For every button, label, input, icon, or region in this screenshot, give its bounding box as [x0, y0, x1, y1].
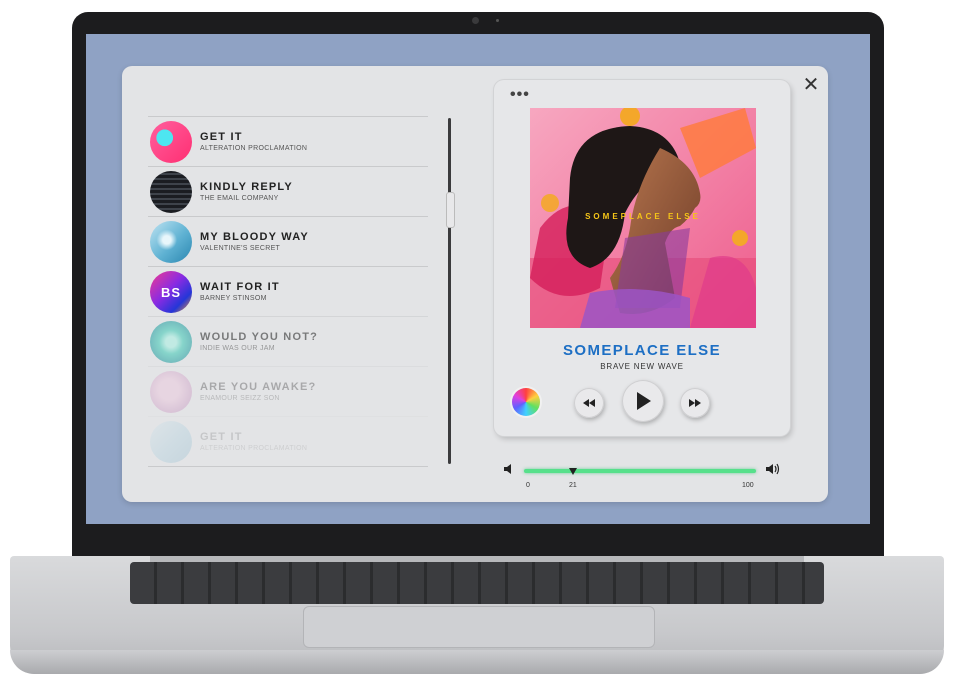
laptop-screen: ✕ GET IT ALTERATION PROCLAMATION KINDLY … — [86, 34, 870, 524]
track-title: MY BLOODY WAY — [200, 231, 309, 243]
track-artist: ENAMOUR SEIZZ SON — [200, 395, 280, 402]
trackpad — [303, 606, 655, 648]
track-cover — [150, 371, 192, 413]
now-playing-panel: ••• SOMEPLACE ELSE SOMEPLACE ELSE BRAVE … — [494, 80, 790, 436]
music-player-window: ✕ GET IT ALTERATION PROCLAMATION KINDLY … — [122, 66, 828, 502]
color-wheel-button[interactable] — [512, 388, 540, 416]
track-item[interactable]: KINDLY REPLY THE EMAIL COMPANY — [148, 166, 428, 216]
volume-control: 0 21 100 — [502, 462, 802, 492]
album-art-title: SOMEPLACE ELSE — [585, 212, 701, 221]
track-artist: THE EMAIL COMPANY — [200, 195, 279, 202]
volume-min-label: 0 — [526, 482, 530, 489]
cover-monogram: BS — [160, 284, 182, 300]
track-artist: ALTERATION PROCLAMATION — [200, 145, 308, 152]
track-cover — [150, 321, 192, 363]
close-button[interactable]: ✕ — [802, 75, 820, 95]
track-title: GET IT — [200, 431, 243, 443]
keyboard — [130, 562, 824, 604]
track-title: ARE YOU AWAKE? — [200, 381, 317, 393]
track-list-scrollbar[interactable] — [446, 118, 455, 464]
track-item[interactable]: ARE YOU AWAKE? ENAMOUR SEIZZ SON — [148, 366, 428, 416]
play-button[interactable] — [622, 380, 664, 422]
volume-current-label: 21 — [569, 482, 577, 489]
scrollbar-thumb[interactable] — [446, 192, 455, 228]
track-title: KINDLY REPLY — [200, 181, 293, 193]
rewind-icon — [583, 399, 595, 407]
track-title: WAIT FOR IT — [200, 281, 280, 293]
volume-high-icon — [766, 463, 780, 475]
track-list-divider — [148, 466, 428, 467]
song-title: SOMEPLACE ELSE — [563, 342, 721, 359]
next-button[interactable] — [680, 388, 710, 418]
volume-low-icon — [504, 464, 511, 474]
track-item[interactable]: BS WAIT FOR IT BARNEY STINSOM — [148, 266, 428, 316]
track-cover — [150, 171, 192, 213]
track-cover — [150, 121, 192, 163]
previous-button[interactable] — [574, 388, 604, 418]
track-artist: ALTERATION PROCLAMATION — [200, 445, 308, 452]
track-cover — [150, 221, 192, 263]
album-art: SOMEPLACE ELSE — [530, 108, 756, 328]
track-title: WOULD YOU NOT? — [200, 331, 319, 343]
volume-slider-thumb[interactable] — [568, 468, 577, 475]
track-cover — [150, 421, 192, 463]
track-cover: BS — [150, 271, 192, 313]
play-icon — [637, 392, 651, 410]
track-item[interactable]: WOULD YOU NOT? INDIE WAS OUR JAM — [148, 316, 428, 366]
more-options-button[interactable]: ••• — [510, 86, 530, 104]
fast-forward-icon — [689, 399, 701, 407]
webcam-led — [496, 19, 499, 22]
volume-slider[interactable] — [524, 468, 756, 475]
song-artist: BRAVE NEW WAVE — [600, 362, 684, 371]
track-artist: VALENTINE'S SECRET — [200, 245, 281, 252]
track-artist: INDIE WAS OUR JAM — [200, 345, 275, 352]
track-item[interactable]: GET IT ALTERATION PROCLAMATION — [148, 416, 428, 466]
track-artist: BARNEY STINSOM — [200, 295, 267, 302]
laptop-base-lip — [10, 650, 944, 674]
track-title: GET IT — [200, 131, 243, 143]
webcam — [472, 17, 479, 24]
track-item[interactable]: GET IT ALTERATION PROCLAMATION — [148, 116, 428, 166]
volume-max-label: 100 — [742, 482, 754, 489]
track-item[interactable]: MY BLOODY WAY VALENTINE'S SECRET — [148, 216, 428, 266]
track-list: GET IT ALTERATION PROCLAMATION KINDLY RE… — [148, 116, 428, 467]
